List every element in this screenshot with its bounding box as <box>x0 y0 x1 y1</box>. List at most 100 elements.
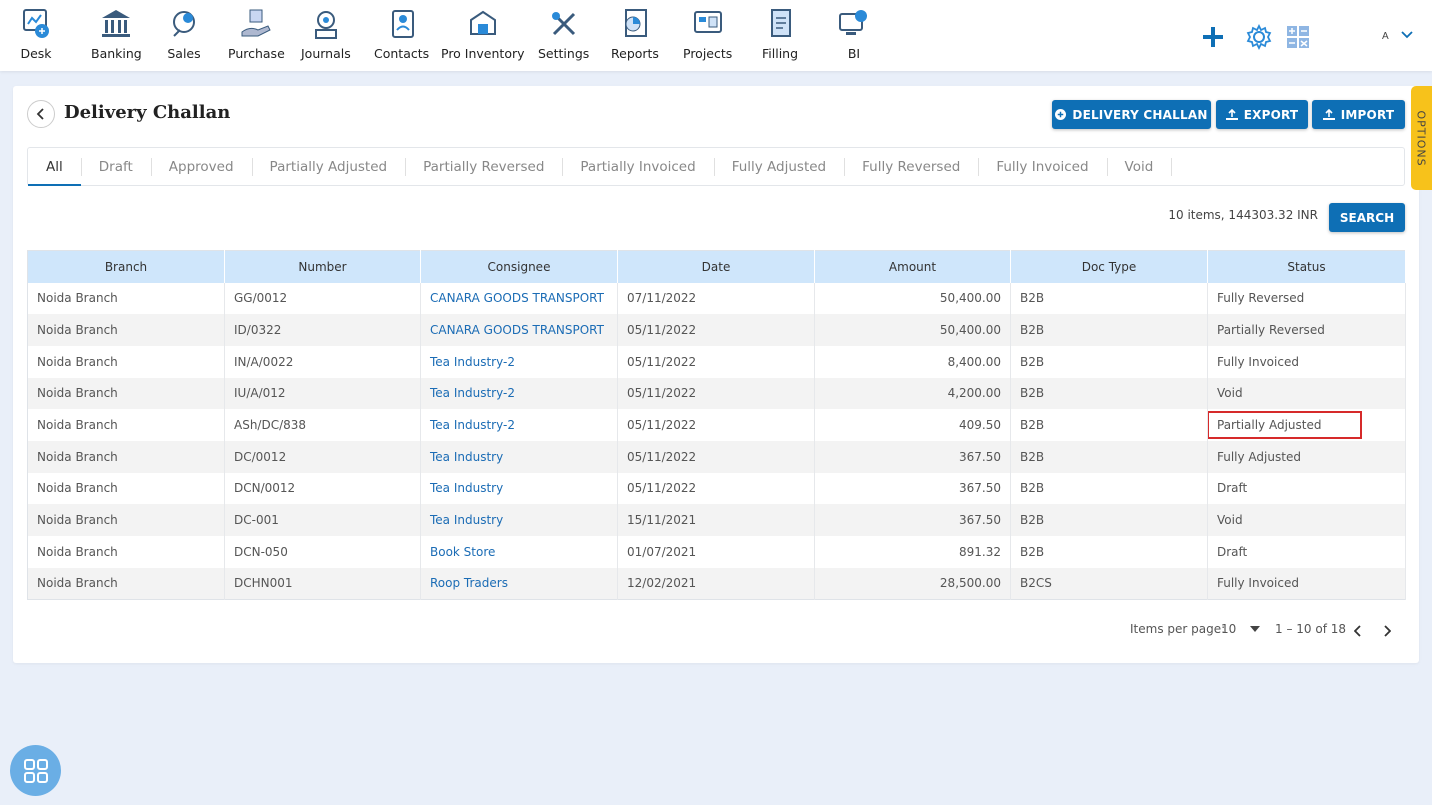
column-header-status[interactable]: Status <box>1207 250 1406 283</box>
table-row[interactable]: Noida Branch DCHN001 Roop Traders 12/02/202… <box>27 567 1406 600</box>
nav-label: Reports <box>611 46 659 61</box>
chevron-down-icon[interactable] <box>1401 31 1413 39</box>
tab-draft[interactable]: Draft <box>80 148 151 185</box>
column-header-branch[interactable]: Branch <box>27 250 225 283</box>
add-icon[interactable] <box>1201 25 1225 49</box>
status-cell: Fully Invoiced <box>1207 345 1406 378</box>
sales-icon <box>173 11 195 37</box>
tab-fully-adjusted[interactable]: Fully Adjusted <box>713 148 844 185</box>
consignee-link[interactable]: CANARA GOODS TRANSPORT <box>420 314 618 346</box>
table-row[interactable]: Noida Branch GG/0012 CANARA GOODS TRANSPOR… <box>27 282 1406 315</box>
doc-type-cell: B2B <box>1010 345 1208 378</box>
number-cell: ID/0322 <box>224 314 421 346</box>
table-row[interactable]: Noida Branch IN/A/0022 Tea Industry-2 05/11… <box>27 345 1406 378</box>
nav-label: Settings <box>538 46 590 61</box>
journals-icon <box>314 11 337 39</box>
import-button[interactable]: IMPORT <box>1312 100 1405 129</box>
bank-icon <box>102 10 131 37</box>
branch-cell: Noida Branch <box>27 440 225 473</box>
new-delivery-challan-button[interactable]: DELIVERY CHALLAN <box>1052 100 1211 129</box>
amount-cell: 367.50 <box>814 472 1011 505</box>
nav-journals[interactable]: Journals <box>301 6 351 61</box>
nav-contacts[interactable]: Contacts <box>374 6 429 61</box>
tab-all[interactable]: All <box>28 148 81 186</box>
nav-projects[interactable]: Projects <box>683 6 732 61</box>
consignee-link[interactable]: Tea Industry-2 <box>420 409 618 441</box>
nav-bi[interactable]: BI <box>836 6 872 61</box>
gear-icon[interactable] <box>1246 24 1272 50</box>
consignee-link[interactable]: Roop Traders <box>420 567 618 600</box>
consignee-link[interactable]: Tea Industry <box>420 472 618 505</box>
status-cell: Draft <box>1207 536 1406 568</box>
upload-icon <box>1322 109 1335 120</box>
number-cell: DC-001 <box>224 504 421 536</box>
nav-desk[interactable]: Desk <box>18 6 54 61</box>
consignee-link[interactable]: Tea Industry-2 <box>420 345 618 378</box>
calculator-icon[interactable] <box>1286 25 1310 49</box>
consignee-link[interactable]: CANARA GOODS TRANSPORT <box>420 282 618 315</box>
consignee-link[interactable]: Book Store <box>420 536 618 568</box>
settings-tools-icon <box>551 12 575 36</box>
projects-icon <box>693 11 722 33</box>
doc-type-cell: B2B <box>1010 504 1208 536</box>
dropdown-arrow-icon[interactable] <box>1250 626 1260 632</box>
tab-partially-adjusted[interactable]: Partially Adjusted <box>251 148 406 185</box>
nav-sales[interactable]: Sales <box>166 6 202 61</box>
back-button[interactable] <box>27 100 55 128</box>
nav-label: Desk <box>20 46 52 61</box>
amount-cell: 367.50 <box>814 504 1011 536</box>
consignee-link[interactable]: Tea Industry <box>420 440 618 473</box>
consignee-link[interactable]: Tea Industry-2 <box>420 377 618 410</box>
table-row[interactable]: Noida Branch DCN-050 Book Store 01/07/2021 8… <box>27 536 1406 568</box>
column-header-doc-type[interactable]: Doc Type <box>1010 250 1208 283</box>
apps-menu-button[interactable] <box>10 745 61 796</box>
next-page-icon[interactable] <box>1383 625 1391 637</box>
items-summary: 10 items, 144303.32 INR <box>1168 208 1318 222</box>
tab-fully-reversed[interactable]: Fully Reversed <box>844 148 978 185</box>
table-row[interactable]: Noida Branch IU/A/012 Tea Industry-2 05/11/… <box>27 377 1406 410</box>
column-header-number[interactable]: Number <box>224 250 421 283</box>
table-row[interactable]: Noida Branch ASh/DC/838 Tea Industry-2 05/1… <box>27 409 1406 441</box>
column-header-amount[interactable]: Amount <box>814 250 1011 283</box>
bi-icon <box>839 10 867 35</box>
nav-settings[interactable]: Settings <box>538 6 589 61</box>
search-button[interactable]: SEARCH <box>1329 203 1405 232</box>
amount-cell: 8,400.00 <box>814 345 1011 378</box>
export-button[interactable]: EXPORT <box>1216 100 1308 129</box>
column-header-date[interactable]: Date <box>617 250 815 283</box>
status-tabs: All Draft Approved Partially Adjusted Pa… <box>27 147 1405 186</box>
plus-circle-icon <box>1055 109 1067 120</box>
nav-reports[interactable]: Reports <box>611 6 659 61</box>
table-row[interactable]: Noida Branch DC/0012 Tea Industry 05/11/202… <box>27 440 1406 473</box>
nav-filling[interactable]: Filling <box>762 6 798 61</box>
date-cell: 01/07/2021 <box>617 536 815 568</box>
delivery-challan-table: Branch Number Consignee Date Amount Doc … <box>27 250 1406 600</box>
nav-purchase[interactable]: Purchase <box>228 6 285 61</box>
items-per-page-select[interactable]: 10 <box>1221 622 1236 636</box>
chevron-left-icon <box>36 108 44 120</box>
status-cell: Draft <box>1207 472 1406 505</box>
nav-pro-inventory[interactable]: Pro Inventory <box>441 6 525 61</box>
tab-fully-invoiced[interactable]: Fully Invoiced <box>978 148 1106 185</box>
prev-page-icon[interactable] <box>1354 625 1362 637</box>
tab-approved[interactable]: Approved <box>150 148 252 185</box>
branch-cell: Noida Branch <box>27 504 225 536</box>
reports-icon <box>624 9 647 37</box>
tab-void[interactable]: Void <box>1106 148 1172 185</box>
column-header-consignee[interactable]: Consignee <box>420 250 618 283</box>
branch-cell: Noida Branch <box>27 377 225 410</box>
table-row[interactable]: Noida Branch ID/0322 CANARA GOODS TRANSPOR… <box>27 314 1406 346</box>
options-side-tab[interactable]: OPTIONS <box>1411 86 1432 190</box>
table-row[interactable]: Noida Branch DC-001 Tea Industry 15/11/2021… <box>27 504 1406 536</box>
branch-cell: Noida Branch <box>27 409 225 441</box>
doc-type-cell: B2B <box>1010 282 1208 315</box>
tab-partially-reversed[interactable]: Partially Reversed <box>405 148 562 185</box>
desk-icon <box>23 9 49 38</box>
amount-cell: 28,500.00 <box>814 567 1011 600</box>
nav-banking[interactable]: Banking <box>91 6 142 61</box>
consignee-link[interactable]: Tea Industry <box>420 504 618 536</box>
branch-cell: Noida Branch <box>27 282 225 315</box>
table-row[interactable]: Noida Branch DCN/0012 Tea Industry 05/11/20… <box>27 472 1406 505</box>
user-initial[interactable]: A <box>1382 31 1389 42</box>
tab-partially-invoiced[interactable]: Partially Invoiced <box>562 148 713 185</box>
